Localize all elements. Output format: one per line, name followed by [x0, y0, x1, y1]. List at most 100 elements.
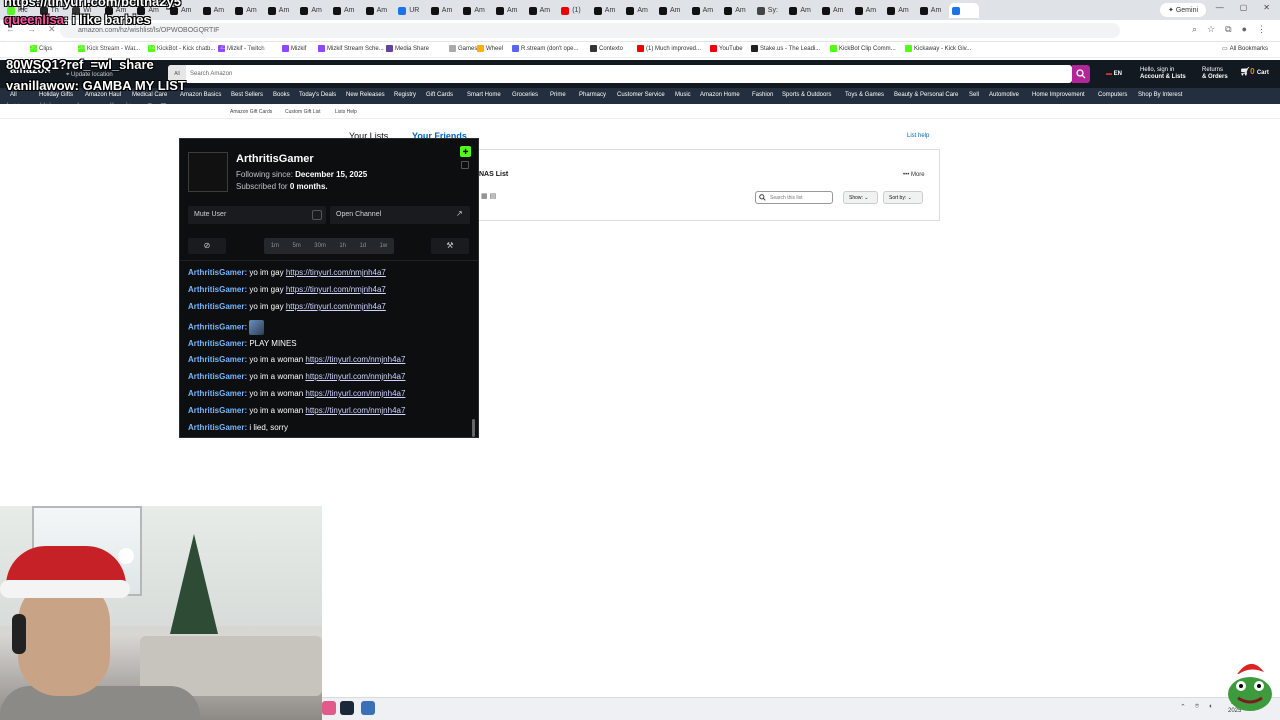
bookmark-item[interactable]: (1) Much improved... — [637, 45, 701, 52]
mute-user-button[interactable]: Mute User — [188, 206, 326, 224]
subnav-link[interactable]: Custom Gift List — [285, 109, 321, 115]
message-username[interactable]: ArthritisGamer: — [188, 339, 247, 348]
nav-link[interactable]: New Releases — [346, 92, 385, 98]
nav-link[interactable]: Pharmacy — [579, 92, 606, 98]
account-lists[interactable]: Hello, sign in Account & Lists — [1140, 67, 1186, 81]
browser-tab[interactable]: Am — [232, 3, 262, 18]
timeout-option[interactable]: 5m — [292, 243, 300, 249]
bookmark-item[interactable]: Mizkif — [282, 45, 306, 52]
nav-link[interactable]: Music — [675, 92, 691, 98]
scrollbar[interactable] — [472, 419, 475, 437]
bookmark-item[interactable]: Media Share — [386, 45, 429, 52]
more-button[interactable]: ••• More — [903, 172, 925, 178]
browser-tab[interactable]: UR — [395, 3, 425, 18]
volume-icon[interactable]: ◖ — [1208, 703, 1212, 711]
minimize-icon[interactable]: — — [1216, 3, 1224, 12]
browser-tab[interactable]: Am — [917, 3, 947, 18]
profile-icon[interactable]: ● — [1242, 24, 1247, 35]
taskbar-app-icon[interactable] — [361, 701, 375, 715]
mod-action-button[interactable]: ⚒ — [431, 238, 469, 254]
subnav-link[interactable]: Amazon Gift Cards — [230, 109, 272, 115]
browser-tab[interactable]: Am — [656, 3, 686, 18]
browser-tab[interactable]: Am — [428, 3, 458, 18]
message-username[interactable]: ArthritisGamer: — [188, 285, 247, 294]
browser-tab[interactable]: Am — [623, 3, 653, 18]
message-username[interactable]: ArthritisGamer: — [188, 406, 247, 415]
show-select[interactable]: Show: ⌄ — [843, 191, 878, 204]
nav-link[interactable]: Customer Service — [617, 92, 665, 98]
bookmark-item[interactable]: Contexto — [590, 45, 623, 52]
message-link[interactable]: https://tinyurl.com/nmjnh4a7 — [286, 302, 386, 311]
browser-tab[interactable]: Sy: — [754, 3, 784, 18]
bookmark-item[interactable]: Kickaway - Kick Giv... — [905, 45, 971, 52]
browser-tab[interactable]: Am — [819, 3, 849, 18]
browser-tab[interactable]: Am — [330, 3, 360, 18]
chevron-up-icon[interactable]: ⌃ — [1180, 703, 1186, 711]
network-icon[interactable]: ⌾ — [1195, 703, 1199, 711]
language-selector[interactable]: ▬ EN — [1106, 71, 1122, 78]
message-link[interactable]: https://tinyurl.com/nmjnh4a7 — [286, 268, 386, 277]
nav-link[interactable]: Computers — [1098, 92, 1127, 98]
nav-link[interactable]: Fashion — [752, 92, 773, 98]
nav-link[interactable]: Toys & Games — [845, 92, 884, 98]
nav-link[interactable]: Sports & Outdoors — [782, 92, 831, 98]
open-channel-button[interactable]: Open Channel — [330, 206, 470, 224]
pin-button[interactable]: ✚ — [460, 146, 471, 157]
nav-link[interactable]: Amazon Home — [700, 92, 740, 98]
timeout-option[interactable]: 1w — [380, 243, 388, 249]
nav-link[interactable]: Shop By Interest — [1138, 92, 1182, 98]
message-link[interactable]: https://tinyurl.com/nmjnh4a7 — [305, 389, 405, 398]
bookmark-item[interactable]: Games — [449, 45, 477, 52]
ban-button[interactable]: ⊘ — [188, 238, 226, 254]
mute-checkbox[interactable] — [312, 210, 322, 220]
all-bookmarks-button[interactable]: ▭ All Bookmarks — [1222, 45, 1268, 53]
message-link[interactable]: https://tinyurl.com/nmjnh4a7 — [305, 355, 405, 364]
nav-link[interactable]: Home Improvement — [1032, 92, 1085, 98]
maximize-icon[interactable]: ▢ — [1240, 3, 1248, 12]
nav-link[interactable]: Prime — [550, 92, 566, 98]
taskbar-app-icon[interactable] — [322, 701, 336, 715]
browser-tab[interactable]: Am — [591, 3, 621, 18]
nav-link[interactable]: Groceries — [512, 92, 538, 98]
browser-tab[interactable]: Am — [526, 3, 556, 18]
bookmark-item[interactable]: KickBot Clip Comm... — [830, 45, 896, 52]
extensions-icon[interactable]: ⧉ — [1225, 24, 1231, 35]
view-toggle[interactable]: ▦▤ — [481, 192, 498, 200]
bookmark-item[interactable]: Wheel — [477, 45, 503, 52]
list-help-link[interactable]: List help — [907, 133, 929, 139]
nav-link[interactable]: Gift Cards — [426, 92, 453, 98]
cart-button[interactable]: 🛒︎0 Cart — [1240, 68, 1269, 77]
timeout-option[interactable]: 30m — [314, 243, 326, 249]
timeout-option[interactable]: 1h — [339, 243, 346, 249]
message-link[interactable]: https://tinyurl.com/nmjnh4a7 — [305, 406, 405, 415]
close-icon[interactable]: ✕ — [1263, 3, 1270, 12]
nav-link[interactable]: Today's Deals — [299, 92, 336, 98]
zoom-icon[interactable]: ⌕ — [1192, 24, 1197, 35]
nav-link[interactable]: Amazon Basics — [180, 92, 221, 98]
steam-icon[interactable] — [340, 701, 354, 715]
star-icon[interactable]: ☆ — [1207, 24, 1215, 35]
nav-link[interactable]: Registry — [394, 92, 416, 98]
browser-tab[interactable]: Am — [460, 3, 490, 18]
browser-tab[interactable]: Am — [493, 3, 523, 18]
browser-tab[interactable]: Am — [786, 3, 816, 18]
browser-tab[interactable]: Am — [852, 3, 882, 18]
browser-tab[interactable]: (1) — [558, 3, 588, 18]
browser-tab[interactable]: Am — [884, 3, 914, 18]
nav-link[interactable]: Best Sellers — [231, 92, 263, 98]
gemini-button[interactable]: ✦ Gemini — [1160, 3, 1206, 17]
copy-icon[interactable] — [461, 161, 469, 169]
bookmark-item[interactable]: Mizkif Stream Sche... — [318, 45, 384, 52]
message-username[interactable]: ArthritisGamer: — [188, 355, 247, 364]
message-username[interactable]: ArthritisGamer: — [188, 268, 247, 277]
amazon-search-input[interactable]: Search Amazon — [168, 65, 1072, 83]
bookmark-item[interactable]: Stake.us - The Leadi... — [751, 45, 820, 52]
nav-link[interactable]: Sell — [969, 92, 979, 98]
search-button[interactable] — [1072, 65, 1090, 83]
browser-tab[interactable]: Am — [265, 3, 295, 18]
browser-tab[interactable] — [949, 3, 980, 18]
browser-tab[interactable]: Am — [200, 3, 230, 18]
message-username[interactable]: ArthritisGamer: — [188, 323, 247, 332]
browser-tab[interactable]: Am — [297, 3, 327, 18]
message-username[interactable]: ArthritisGamer: — [188, 423, 247, 432]
